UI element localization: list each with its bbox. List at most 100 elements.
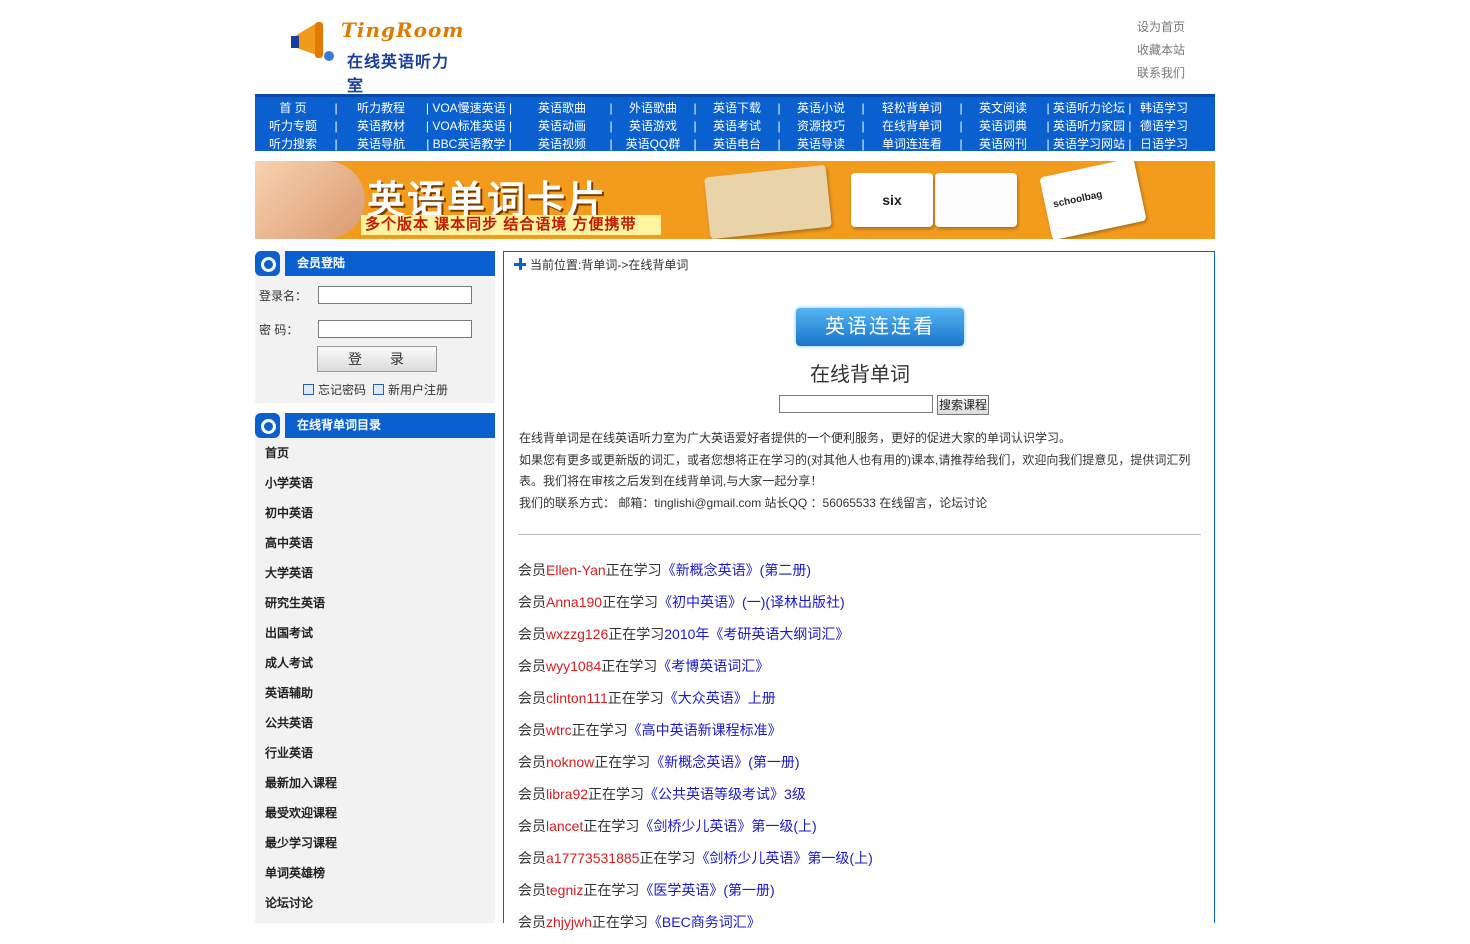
course-link[interactable]: 2010年《考研英语大纲词汇》 xyxy=(664,626,849,642)
course-link[interactable]: 《大众英语》上册 xyxy=(664,690,776,706)
course-link[interactable]: 《考博英语词汇》 xyxy=(657,658,769,674)
register-icon xyxy=(373,384,384,395)
intro-text: 在线背单词是在线英语听力室为广大英语爱好者提供的一个便利服务，更好的促进大家的单… xyxy=(519,428,1199,514)
member-link[interactable]: Ellen-Yan xyxy=(546,562,606,578)
catalog-item[interactable]: 最少学习课程 xyxy=(265,835,337,865)
nav-link[interactable]: 英语导航 xyxy=(341,135,421,153)
nav-link[interactable]: 英语导读 xyxy=(783,135,859,153)
nav-link[interactable]: 英语教材 xyxy=(341,117,421,135)
word-match-badge[interactable]: 英语连连看 xyxy=(796,308,964,346)
nav-separator: | xyxy=(693,119,697,133)
nav-link[interactable]: 英语视频 xyxy=(517,135,607,153)
nav-link[interactable]: | 英语学习网站 | xyxy=(1041,135,1137,153)
catalog-item[interactable]: 大学英语 xyxy=(265,565,337,595)
member-link[interactable]: clinton111 xyxy=(546,690,608,706)
catalog-item[interactable]: 单词英雄榜 xyxy=(265,865,337,895)
member-link[interactable]: wxzzg126 xyxy=(546,626,608,642)
catalog-item[interactable]: 成人考试 xyxy=(265,655,337,685)
nav-link[interactable]: 英语歌曲 xyxy=(517,99,607,117)
course-link[interactable]: 《新概念英语》(第一册) xyxy=(650,754,799,770)
member-link[interactable]: zhjyjwh xyxy=(546,914,592,930)
member-link[interactable]: Anna190 xyxy=(546,594,602,610)
nav-separator: | xyxy=(693,137,697,151)
login-header: 会员登陆 xyxy=(255,251,495,276)
password-input[interactable] xyxy=(318,320,472,338)
contact-link[interactable]: 联系我们 xyxy=(1137,62,1185,85)
feed-item: 会员a17773531885正在学习《剑桥少儿英语》第一级(上) xyxy=(518,848,873,880)
nav-link[interactable]: | 英语听力家园 | xyxy=(1041,117,1137,135)
nav-link[interactable]: 英文阅读 xyxy=(965,99,1041,117)
course-link[interactable]: 《公共英语等级考试》3级 xyxy=(644,786,806,802)
thumbs-up-image xyxy=(255,161,365,239)
nav-link[interactable]: 首 页 xyxy=(255,99,331,117)
course-link[interactable]: 《BEC商务词汇》 xyxy=(648,914,761,930)
nav-link[interactable]: 资源技巧 xyxy=(783,117,859,135)
catalog-item[interactable]: 小学英语 xyxy=(265,475,337,505)
username-input[interactable] xyxy=(318,286,472,304)
catalog-item[interactable]: 公共英语 xyxy=(265,715,337,745)
nav-link[interactable]: 英语词典 xyxy=(965,117,1041,135)
course-link[interactable]: 《剑桥少儿英语》第一级(上) xyxy=(639,818,816,834)
promo-banner[interactable]: 英语单词卡片 多个版本 课本同步 结合语境 方便携带 six schoolbag xyxy=(255,161,1215,239)
nav-link[interactable]: 日语学习 xyxy=(1137,135,1191,153)
nav-link[interactable]: 在线背单词 xyxy=(867,117,957,135)
feed-prefix: 会员 xyxy=(518,914,546,930)
site-logo[interactable]: TingRoom 在线英语听力室 xyxy=(289,14,463,95)
member-link[interactable]: lancet xyxy=(546,818,583,834)
catalog-item[interactable]: 英语辅助 xyxy=(265,685,337,715)
nav-link[interactable]: 单词连连看 xyxy=(867,135,957,153)
nav-link[interactable]: 英语网刊 xyxy=(965,135,1041,153)
member-link[interactable]: wyy1084 xyxy=(546,658,601,674)
nav-link[interactable]: | BBC英语教学 | xyxy=(421,135,517,153)
nav-link[interactable]: 德语学习 xyxy=(1137,117,1191,135)
course-link[interactable]: 《剑桥少儿英语》第一级(上) xyxy=(695,850,872,866)
feed-prefix: 会员 xyxy=(518,690,546,706)
nav-link[interactable]: 听力搜索 xyxy=(255,135,331,153)
catalog-item[interactable]: 最受欢迎课程 xyxy=(265,805,337,835)
register-link[interactable]: 新用户注册 xyxy=(373,381,448,398)
catalog-item[interactable]: 初中英语 xyxy=(265,505,337,535)
catalog-list: 首页 小学英语 初中英语 高中英语 大学英语 研究生英语 出国考试 成人考试 英语辅助 公共英语行… xyxy=(265,445,337,925)
nav-link[interactable]: | VOA慢速英语 | xyxy=(421,99,517,117)
catalog-item[interactable]: 首页 xyxy=(265,445,337,475)
catalog-item[interactable]: 研究生英语 xyxy=(265,595,337,625)
nav-link[interactable]: 听力教程 xyxy=(341,99,421,117)
catalog-item[interactable]: 行业英语 xyxy=(265,745,337,775)
search-course-button[interactable]: 搜索课程 xyxy=(937,395,989,415)
nav-link[interactable]: 外语歌曲 xyxy=(615,99,691,117)
feed-verb: 正在学习 xyxy=(601,658,658,674)
course-search-input[interactable] xyxy=(779,395,933,413)
nav-link[interactable]: 英语小说 xyxy=(783,99,859,117)
course-link[interactable]: 《高中英语新课程标准》 xyxy=(628,722,782,738)
member-link[interactable]: tegniz xyxy=(546,882,583,898)
course-link[interactable]: 《初中英语》(一)(译林出版社) xyxy=(658,594,845,610)
nav-link[interactable]: 英语考试 xyxy=(699,117,775,135)
catalog-item[interactable]: 最新加入课程 xyxy=(265,775,337,805)
nav-link[interactable]: 英语动画 xyxy=(517,117,607,135)
forgot-password-link[interactable]: 忘记密码 xyxy=(303,381,366,398)
set-homepage-link[interactable]: 设为首页 xyxy=(1137,16,1185,39)
login-button[interactable]: 登 录 xyxy=(317,346,437,372)
member-link[interactable]: a17773531885 xyxy=(546,850,639,866)
nav-link[interactable]: 听力专题 xyxy=(255,117,331,135)
catalog-item[interactable]: 论坛讨论 xyxy=(265,895,337,925)
member-link[interactable]: libra92 xyxy=(546,786,588,802)
nav-link[interactable]: 轻松背单词 xyxy=(867,99,957,117)
nav-link[interactable]: | 英语听力论坛 | xyxy=(1041,99,1137,117)
nav-link[interactable]: 英语下载 xyxy=(699,99,775,117)
banner-card: schoolbag xyxy=(1039,161,1147,239)
nav-link[interactable]: | VOA标准英语 | xyxy=(421,117,517,135)
member-link[interactable]: wtrc xyxy=(546,722,572,738)
catalog-item[interactable]: 高中英语 xyxy=(265,535,337,565)
nav-link[interactable]: 英语电台 xyxy=(699,135,775,153)
bookmark-link[interactable]: 收藏本站 xyxy=(1137,39,1185,62)
nav-link[interactable]: 韩语学习 xyxy=(1137,99,1191,117)
course-link[interactable]: 《新概念英语》(第二册) xyxy=(662,562,811,578)
catalog-item[interactable]: 出国考试 xyxy=(265,625,337,655)
member-link[interactable]: noknow xyxy=(546,754,594,770)
help-icon xyxy=(303,384,314,395)
nav-link[interactable]: 英语QQ群 xyxy=(615,135,691,153)
nav-link[interactable]: 英语游戏 xyxy=(615,117,691,135)
course-link[interactable]: 《医学英语》(第一册) xyxy=(639,882,774,898)
nav-separator: | xyxy=(959,137,963,151)
